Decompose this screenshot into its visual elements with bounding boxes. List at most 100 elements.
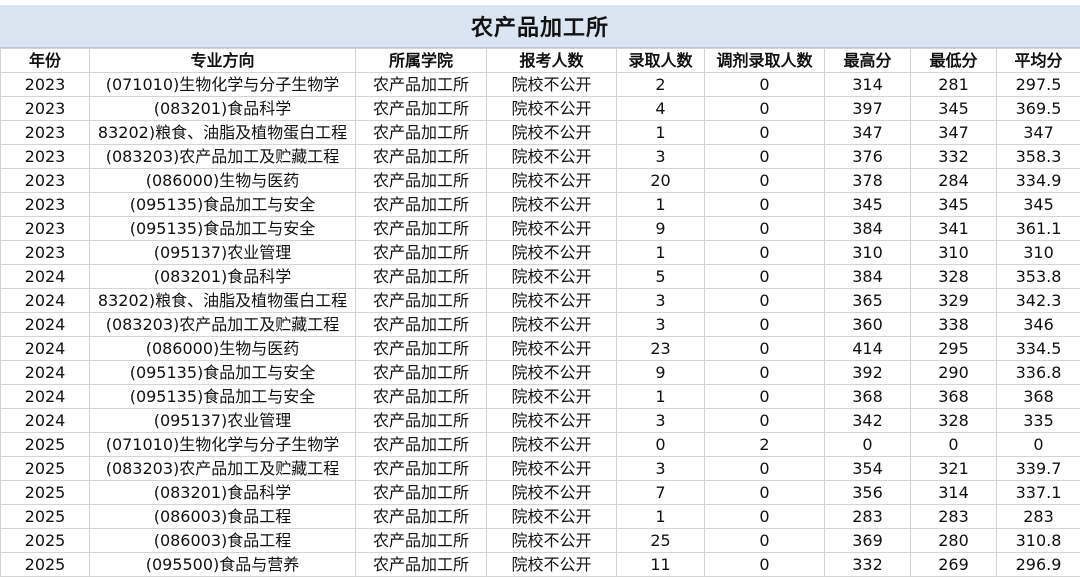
adjusted-cell[interactable]: 0 xyxy=(705,409,825,433)
applicants-cell[interactable]: 院校不公开 xyxy=(487,265,617,289)
max-score-cell[interactable]: 365 xyxy=(825,289,911,313)
major-cell[interactable]: (086003)食品工程 xyxy=(90,505,356,529)
applicants-cell[interactable]: 院校不公开 xyxy=(487,553,617,577)
applicants-cell[interactable]: 院校不公开 xyxy=(487,145,617,169)
applicants-cell[interactable]: 院校不公开 xyxy=(487,505,617,529)
avg-score-cell[interactable]: 353.8 xyxy=(997,265,1080,289)
min-score-cell[interactable]: 284 xyxy=(911,169,997,193)
major-cell[interactable]: (095137)农业管理 xyxy=(90,409,356,433)
admitted-cell[interactable]: 3 xyxy=(617,457,705,481)
college-cell[interactable]: 农产品加工所 xyxy=(356,121,487,145)
avg-score-cell[interactable]: 339.7 xyxy=(997,457,1080,481)
year-cell[interactable]: 2023 xyxy=(1,241,90,265)
min-score-cell[interactable]: 295 xyxy=(911,337,997,361)
admitted-cell[interactable]: 9 xyxy=(617,217,705,241)
header-major[interactable]: 专业方向 xyxy=(90,49,356,73)
applicants-cell[interactable]: 院校不公开 xyxy=(487,481,617,505)
adjusted-cell[interactable]: 2 xyxy=(705,433,825,457)
college-cell[interactable]: 农产品加工所 xyxy=(356,481,487,505)
min-score-cell[interactable]: 329 xyxy=(911,289,997,313)
admitted-cell[interactable]: 7 xyxy=(617,481,705,505)
min-score-cell[interactable]: 368 xyxy=(911,385,997,409)
year-cell[interactable]: 2025 xyxy=(1,529,90,553)
max-score-cell[interactable]: 314 xyxy=(825,73,911,97)
max-score-cell[interactable]: 360 xyxy=(825,313,911,337)
year-cell[interactable]: 2024 xyxy=(1,409,90,433)
adjusted-cell[interactable]: 0 xyxy=(705,553,825,577)
applicants-cell[interactable]: 院校不公开 xyxy=(487,337,617,361)
major-cell[interactable]: (083201)食品科学 xyxy=(90,97,356,121)
admitted-cell[interactable]: 23 xyxy=(617,337,705,361)
header-applicants[interactable]: 报考人数 xyxy=(487,49,617,73)
year-cell[interactable]: 2024 xyxy=(1,385,90,409)
min-score-cell[interactable]: 321 xyxy=(911,457,997,481)
avg-score-cell[interactable]: 342.3 xyxy=(997,289,1080,313)
admitted-cell[interactable]: 3 xyxy=(617,313,705,337)
major-cell[interactable]: (095137)农业管理 xyxy=(90,241,356,265)
college-cell[interactable]: 农产品加工所 xyxy=(356,97,487,121)
college-cell[interactable]: 农产品加工所 xyxy=(356,409,487,433)
college-cell[interactable]: 农产品加工所 xyxy=(356,529,487,553)
max-score-cell[interactable]: 283 xyxy=(825,505,911,529)
avg-score-cell[interactable]: 361.1 xyxy=(997,217,1080,241)
avg-score-cell[interactable]: 0 xyxy=(997,433,1080,457)
year-cell[interactable]: 2023 xyxy=(1,217,90,241)
avg-score-cell[interactable]: 335 xyxy=(997,409,1080,433)
avg-score-cell[interactable]: 368 xyxy=(997,385,1080,409)
avg-score-cell[interactable]: 297.5 xyxy=(997,73,1080,97)
applicants-cell[interactable]: 院校不公开 xyxy=(487,457,617,481)
admitted-cell[interactable]: 1 xyxy=(617,505,705,529)
year-cell[interactable]: 2025 xyxy=(1,433,90,457)
major-cell[interactable]: 83202)粮食、油脂及植物蛋白工程 xyxy=(90,289,356,313)
avg-score-cell[interactable]: 347 xyxy=(997,121,1080,145)
year-cell[interactable]: 2023 xyxy=(1,97,90,121)
admitted-cell[interactable]: 1 xyxy=(617,193,705,217)
header-min-score[interactable]: 最低分 xyxy=(911,49,997,73)
min-score-cell[interactable]: 338 xyxy=(911,313,997,337)
major-cell[interactable]: (095500)食品与营养 xyxy=(90,553,356,577)
admitted-cell[interactable]: 2 xyxy=(617,73,705,97)
applicants-cell[interactable]: 院校不公开 xyxy=(487,385,617,409)
max-score-cell[interactable]: 384 xyxy=(825,217,911,241)
max-score-cell[interactable]: 397 xyxy=(825,97,911,121)
avg-score-cell[interactable]: 345 xyxy=(997,193,1080,217)
header-avg-score[interactable]: 平均分 xyxy=(997,49,1080,73)
adjusted-cell[interactable]: 0 xyxy=(705,529,825,553)
college-cell[interactable]: 农产品加工所 xyxy=(356,217,487,241)
adjusted-cell[interactable]: 0 xyxy=(705,361,825,385)
min-score-cell[interactable]: 328 xyxy=(911,265,997,289)
max-score-cell[interactable]: 354 xyxy=(825,457,911,481)
major-cell[interactable]: (083203)农产品加工及贮藏工程 xyxy=(90,313,356,337)
major-cell[interactable]: (083201)食品科学 xyxy=(90,265,356,289)
min-score-cell[interactable]: 290 xyxy=(911,361,997,385)
college-cell[interactable]: 农产品加工所 xyxy=(356,193,487,217)
min-score-cell[interactable]: 345 xyxy=(911,97,997,121)
adjusted-cell[interactable]: 0 xyxy=(705,121,825,145)
college-cell[interactable]: 农产品加工所 xyxy=(356,457,487,481)
college-cell[interactable]: 农产品加工所 xyxy=(356,73,487,97)
avg-score-cell[interactable]: 296.9 xyxy=(997,553,1080,577)
adjusted-cell[interactable]: 0 xyxy=(705,481,825,505)
year-cell[interactable]: 2025 xyxy=(1,457,90,481)
applicants-cell[interactable]: 院校不公开 xyxy=(487,97,617,121)
college-cell[interactable]: 农产品加工所 xyxy=(356,385,487,409)
year-cell[interactable]: 2024 xyxy=(1,265,90,289)
avg-score-cell[interactable]: 337.1 xyxy=(997,481,1080,505)
adjusted-cell[interactable]: 0 xyxy=(705,241,825,265)
min-score-cell[interactable]: 314 xyxy=(911,481,997,505)
year-cell[interactable]: 2024 xyxy=(1,289,90,313)
max-score-cell[interactable]: 384 xyxy=(825,265,911,289)
year-cell[interactable]: 2024 xyxy=(1,337,90,361)
min-score-cell[interactable]: 332 xyxy=(911,145,997,169)
min-score-cell[interactable]: 280 xyxy=(911,529,997,553)
admitted-cell[interactable]: 4 xyxy=(617,97,705,121)
college-cell[interactable]: 农产品加工所 xyxy=(356,169,487,193)
major-cell[interactable]: (095135)食品加工与安全 xyxy=(90,217,356,241)
max-score-cell[interactable]: 347 xyxy=(825,121,911,145)
max-score-cell[interactable]: 392 xyxy=(825,361,911,385)
min-score-cell[interactable]: 310 xyxy=(911,241,997,265)
admitted-cell[interactable]: 20 xyxy=(617,169,705,193)
applicants-cell[interactable]: 院校不公开 xyxy=(487,217,617,241)
min-score-cell[interactable]: 345 xyxy=(911,193,997,217)
avg-score-cell[interactable]: 310.8 xyxy=(997,529,1080,553)
